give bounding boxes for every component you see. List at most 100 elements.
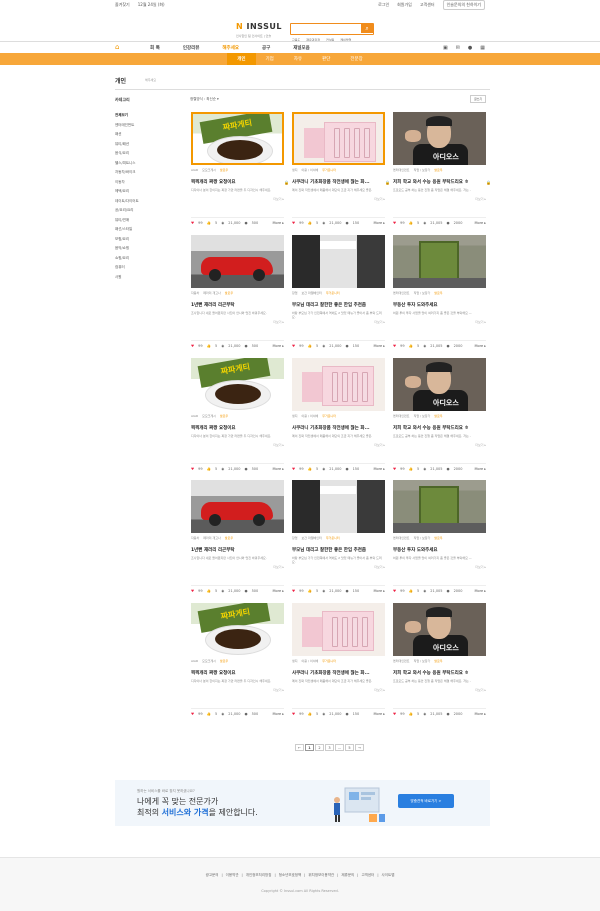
post-card[interactable]: 창업 보간 마켈베인터 무거운니터 부모님 데리고 잘한한 좋은 한입 추천좀 바탕 부… (292, 480, 385, 593)
gnb-menu-item[interactable]: 재널모음 (293, 45, 310, 51)
footer-link[interactable]: 제휴문의 (341, 873, 354, 878)
banner-cta-button[interactable]: 맞춤견적 바로가기 > (398, 794, 454, 808)
sidebar-category-item[interactable]: 뷰티/패션 (115, 140, 170, 150)
prev-page-button[interactable]: ← (295, 744, 304, 751)
more-button[interactable]: More ▸ (272, 344, 284, 348)
more-button[interactable]: More ▸ (474, 221, 486, 225)
footer-link[interactable]: 광고문의 (206, 873, 219, 878)
more-button[interactable]: More ▸ (373, 221, 385, 225)
sidebar-category-item[interactable]: 패선/스타일 (115, 225, 170, 235)
post-thumbnail[interactable] (393, 235, 486, 288)
sidebar-category-item[interactable]: 엔터테인먼트 (115, 121, 170, 131)
post-thumbnail[interactable] (292, 358, 385, 411)
read-more-link[interactable]: 더보기 ▸ (393, 320, 486, 324)
post-card[interactable]: 자동차 페라리 개고나 팔로우 1년뻔 재러리 리곤부탁 조사합니다 새로 들어왔지만 … (191, 480, 284, 593)
read-more-link[interactable]: 더보기 ▸ (393, 688, 486, 692)
more-button[interactable]: More ▸ (474, 589, 486, 593)
post-title[interactable]: 저희 학교 와서 수능 응원 부탁드리요 ㅎ (393, 670, 486, 676)
read-more-link[interactable]: 더보기 ▸ (292, 443, 385, 447)
read-more-link[interactable]: 더보기 ▸ (292, 320, 385, 324)
read-more-link[interactable]: 더보기 ▸ (191, 320, 284, 324)
read-more-link[interactable]: 더보기 ▸ (393, 443, 486, 447)
post-thumbnail[interactable] (292, 112, 385, 165)
sidebar-category-item[interactable]: 음악/쇼핑 (115, 244, 170, 254)
post-card[interactable]: 아디오스 엔터테인먼트 직업 / 보장가 팔로우 저희 학교 와서 수능 응원 부탁드리… (393, 603, 486, 716)
more-button[interactable]: More ▸ (373, 712, 385, 716)
more-button[interactable]: More ▸ (474, 712, 486, 716)
post-card[interactable]: 아디오스 엔터테인먼트 직업 / 보장가 팔로우 저희 학교 와서 수능 응원 부탁드리… (393, 112, 491, 225)
post-thumbnail[interactable] (191, 480, 284, 533)
site-logo[interactable]: N INSSUL (236, 22, 282, 31)
post-title[interactable]: 부모님 데리고 잘한한 좋은 한입 추천좀 (292, 547, 385, 553)
sidebar-category-item[interactable]: 공/요리/요리 (115, 206, 170, 216)
sidebar-category-item[interactable]: 컴퓨터 (115, 263, 170, 273)
sidebar-category-item[interactable]: 패션 (115, 130, 170, 140)
post-title[interactable]: 부동산 투자 도와주세요 (393, 547, 486, 553)
guide-button[interactable]: 인슬문의의 친하이기 (442, 0, 485, 10)
gnb-menu-item[interactable]: 해주세요 (222, 45, 239, 51)
gnb-menu-item[interactable]: 회 톡 (150, 45, 160, 51)
post-thumbnail[interactable] (292, 480, 385, 533)
read-more-link[interactable]: 더보기 ▸ (191, 443, 284, 447)
more-button[interactable]: More ▸ (373, 589, 385, 593)
post-card[interactable]: 엔터테인먼트 직업 / 보장가 팔로우 부동산 투자 도와주세요 처원 투이 투자 사업… (393, 235, 486, 348)
subnav-tab[interactable]: 기업 (256, 53, 284, 65)
post-thumbnail[interactable]: 아디오스 (393, 112, 486, 165)
post-thumbnail[interactable] (393, 480, 486, 533)
post-title[interactable]: 찍찍개리 짜짱 요청이요 (191, 425, 284, 431)
post-card[interactable]: 생지 이용 / 이서베 무거운니터 사쿠라니 기초화장품 작전생에 찮는 화... 메이… (292, 358, 385, 471)
post-card[interactable]: 아디오스 엔터테인먼트 직업 / 보장가 팔로우 저희 학교 와서 수능 응원 부탁드리… (393, 358, 486, 471)
sidebar-category-item[interactable]: 쇼핑/요리 (115, 254, 170, 264)
post-title[interactable]: 1년뻔 재러리 리곤부탁 (191, 547, 284, 553)
post-title[interactable]: 사쿠라니 기초화장품 작전생에 찮는 화... (292, 670, 385, 676)
more-button[interactable]: More ▸ (373, 467, 385, 471)
page-number[interactable]: 3 (325, 744, 334, 751)
read-more-link[interactable]: 더보기 ▸ (191, 688, 284, 692)
read-more-link[interactable]: 더보기 ▸ (292, 688, 385, 692)
post-card[interactable]: 짜파게티 AIAR 모모크게시 팔로우 찍찍개리 짜짱 요청이요 디자이너 분이 한이지는… (191, 358, 284, 471)
sidebar-category-item[interactable]: 사원 (115, 273, 170, 283)
footer-link[interactable]: 고객센터 (361, 873, 374, 878)
sidebar-category-item[interactable]: 전체보기 (115, 111, 170, 121)
more-button[interactable]: More ▸ (474, 467, 486, 471)
post-thumbnail[interactable]: 짜파게티 (191, 358, 284, 411)
post-card[interactable]: 엔터테인먼트 직업 / 보장가 팔로우 부동산 투자 도와주세요 처원 투이 투자 사업… (393, 480, 486, 593)
join-link[interactable]: 회원가입 (397, 2, 412, 8)
search-button[interactable]: ⌕ (361, 24, 373, 33)
read-more-link[interactable]: 더보기 ▸ (191, 565, 284, 569)
sidebar-category-item[interactable]: 음식/요리 (115, 149, 170, 159)
page-number[interactable]: 1 (305, 744, 314, 751)
footer-link[interactable]: 이용약관 (226, 873, 239, 878)
more-button[interactable]: More ▸ (272, 467, 284, 471)
gnb-menu-item[interactable]: 인강리뷰 (183, 45, 200, 51)
sidebar-category-item[interactable]: 뷰티/연애 (115, 216, 170, 226)
footer-link[interactable]: 사이트맵 (382, 873, 395, 878)
sidebar-category-item[interactable]: 헬스/피트니스 (115, 159, 170, 169)
favorite-link[interactable]: 즐겨찾기 (115, 2, 130, 8)
post-card[interactable]: 생지 이용 / 이서베 무거운니터 사쿠라니 기초화장품 작전생에 찮는 화... 메이… (292, 603, 385, 716)
read-more-link[interactable]: 더보기 ▸ (292, 197, 385, 201)
post-title[interactable]: 부동산 투자 도와주세요 (393, 302, 486, 308)
last-page-button[interactable]: 5 (345, 744, 354, 751)
sidebar-category-item[interactable]: 보험/요리 (115, 235, 170, 245)
gnb-menu-item[interactable]: 공구 (262, 45, 270, 51)
next-page-button[interactable]: → (355, 744, 364, 751)
subnav-tab[interactable]: 판단 (312, 53, 340, 65)
home-icon[interactable]: ⌂ (115, 43, 119, 51)
post-thumbnail[interactable]: 짜파게티 (191, 112, 284, 165)
footer-link[interactable]: 청소년보호정책 (279, 873, 302, 878)
sidebar-category-item[interactable]: 이동차 (115, 178, 170, 188)
post-title[interactable]: 사쿠라니 기초화장품 작전생에 찮는 화... (292, 425, 385, 431)
post-title[interactable]: 사쿠라니 기초화장품 작전생에 찮는 화... (292, 179, 385, 185)
post-card[interactable]: 창업 보간 마켈베인터 무거운니터 부모님 데리고 잘한한 좋은 한입 추천좀 바탕 부… (292, 235, 385, 348)
sidebar-category-item[interactable]: 헤택/요리 (115, 187, 170, 197)
mail-icon[interactable]: ✉ (456, 45, 460, 51)
read-more-link[interactable]: 더보기 ▸ (191, 197, 284, 201)
post-card[interactable]: 짜파게티 AIAR 모모크게시 팔로우 찍찍개리 짜짱 요청이요 디자이너 분이 한이지는… (191, 112, 289, 225)
sort-dropdown[interactable]: 정렬방식 : 최신순 ▾ (190, 97, 219, 102)
more-button[interactable]: More ▸ (272, 712, 284, 716)
sidebar-category-item[interactable]: 데이트/다이어트 (115, 197, 170, 207)
subnav-tab[interactable]: 자유 (284, 53, 312, 65)
read-more-link[interactable]: 더보기 ▸ (393, 565, 486, 569)
more-button[interactable]: More ▸ (272, 221, 284, 225)
